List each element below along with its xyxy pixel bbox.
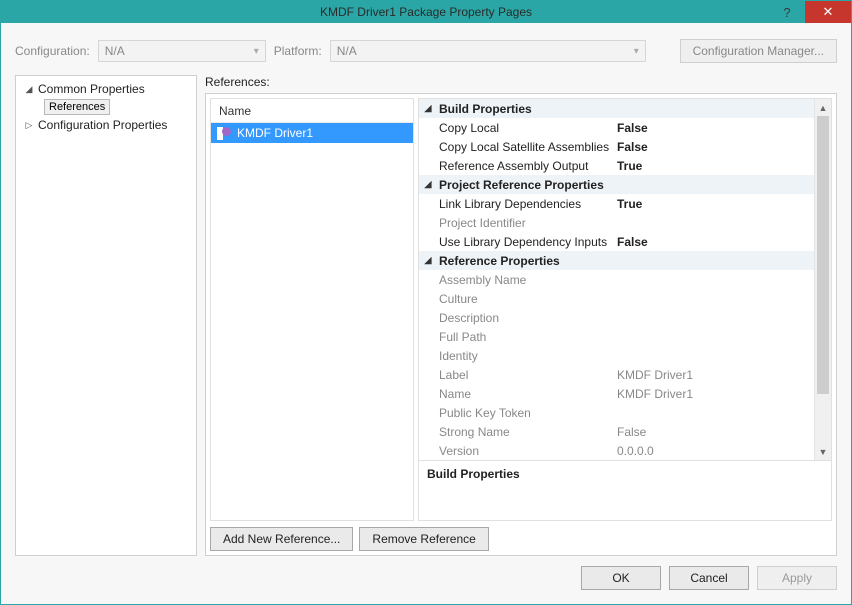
vertical-scrollbar[interactable]: ▲ ▼ [814,99,831,460]
expand-toggle-icon[interactable]: ◢ [24,84,34,95]
tree-item-common-properties[interactable]: ◢ Common Properties [18,80,194,98]
collapse-toggle-icon[interactable]: ◢ [423,255,433,266]
chevron-down-icon: ▾ [634,46,639,57]
titlebar[interactable]: KMDF Driver1 Package Property Pages ? ✕ [1,1,851,23]
ok-button[interactable]: OK [581,566,661,590]
close-icon[interactable]: ✕ [805,1,851,23]
grid-row-name[interactable]: NameKMDF Driver1 [419,384,814,403]
chevron-down-icon: ▾ [254,46,259,57]
list-item-label: KMDF Driver1 [237,126,313,140]
grid-row-culture[interactable]: Culture [419,289,814,308]
tree-item-configuration-properties[interactable]: ▷ Configuration Properties [18,116,194,134]
grid-category-project-ref[interactable]: ◢ Project Reference Properties [419,175,814,194]
help-icon[interactable]: ? [769,1,805,23]
grid-row-full-path[interactable]: Full Path [419,327,814,346]
dialog-footer: OK Cancel Apply [15,556,837,590]
grid-row-version[interactable]: Version0.0.0.0 [419,441,814,460]
configuration-bar: Configuration: N/A ▾ Platform: N/A ▾ Con… [15,37,837,65]
expand-toggle-icon[interactable]: ▷ [24,120,34,131]
grid-row-label[interactable]: LabelKMDF Driver1 [419,365,814,384]
dialog-body: Configuration: N/A ▾ Platform: N/A ▾ Con… [1,23,851,604]
tree-label: Configuration Properties [38,118,167,132]
scroll-up-icon[interactable]: ▲ [815,99,831,116]
references-box: Name KMDF Driver1 ◢ [205,93,837,556]
grid-row-copy-local[interactable]: Copy LocalFalse [419,118,814,137]
add-new-reference-button[interactable]: Add New Reference... [210,527,353,551]
platform-label: Platform: [274,44,322,58]
window-title: KMDF Driver1 Package Property Pages [320,5,532,19]
grid-scroll-area: ◢ Build Properties Copy LocalFalse Copy … [419,99,831,460]
references-panes: Name KMDF Driver1 ◢ [210,98,832,521]
list-item[interactable]: KMDF Driver1 [211,123,413,143]
main-content: ◢ Common Properties References ▷ Configu… [15,75,837,556]
tree-label: References [44,99,110,115]
grid-row-project-identifier[interactable]: Project Identifier [419,213,814,232]
titlebar-buttons: ? ✕ [769,1,851,23]
collapse-toggle-icon[interactable]: ◢ [423,179,433,190]
configuration-value: N/A [105,44,125,58]
category-label: Project Reference Properties [439,178,604,192]
category-label: Build Properties [439,102,532,116]
category-tree[interactable]: ◢ Common Properties References ▷ Configu… [15,75,197,556]
grid-row-use-lib-dep-inputs[interactable]: Use Library Dependency InputsFalse [419,232,814,251]
project-icon [217,127,231,140]
cancel-button[interactable]: Cancel [669,566,749,590]
grid-row-assembly-name[interactable]: Assembly Name [419,270,814,289]
property-description-title: Build Properties [427,467,823,481]
remove-reference-button[interactable]: Remove Reference [359,527,488,551]
scrollbar-thumb[interactable] [817,116,829,394]
grid-row-link-lib-dep[interactable]: Link Library DependenciesTrue [419,194,814,213]
configuration-combo[interactable]: N/A ▾ [98,40,266,62]
grid-category-build[interactable]: ◢ Build Properties [419,99,814,118]
grid-row-copy-local-satellite[interactable]: Copy Local Satellite AssembliesFalse [419,137,814,156]
list-header-name[interactable]: Name [211,99,413,123]
grid-category-reference[interactable]: ◢ Reference Properties [419,251,814,270]
apply-button[interactable]: Apply [757,566,837,590]
references-panel: References: Name KMDF Driver1 [205,75,837,556]
tree-label: Common Properties [38,82,145,96]
references-list[interactable]: Name KMDF Driver1 [210,98,414,521]
dialog-window: KMDF Driver1 Package Property Pages ? ✕ … [0,0,852,605]
grid-row-description[interactable]: Description [419,308,814,327]
platform-combo[interactable]: N/A ▾ [330,40,646,62]
collapse-toggle-icon[interactable]: ◢ [423,103,433,114]
grid-row-strong-name[interactable]: Strong NameFalse [419,422,814,441]
configuration-manager-button[interactable]: Configuration Manager... [680,39,837,63]
reference-buttons: Add New Reference... Remove Reference [210,525,832,551]
property-grid[interactable]: ◢ Build Properties Copy LocalFalse Copy … [418,98,832,521]
platform-value: N/A [337,44,357,58]
property-description: Build Properties [419,460,831,520]
references-label: References: [205,75,837,89]
category-label: Reference Properties [439,254,560,268]
grid-row-public-key-token[interactable]: Public Key Token [419,403,814,422]
scrollbar-track[interactable] [815,116,831,443]
tree-item-references[interactable]: References [18,98,194,116]
grid-row-identity[interactable]: Identity [419,346,814,365]
grid-row-ref-assembly-output[interactable]: Reference Assembly OutputTrue [419,156,814,175]
configuration-label: Configuration: [15,44,90,58]
grid-body: ◢ Build Properties Copy LocalFalse Copy … [419,99,814,460]
scroll-down-icon[interactable]: ▼ [815,443,831,460]
